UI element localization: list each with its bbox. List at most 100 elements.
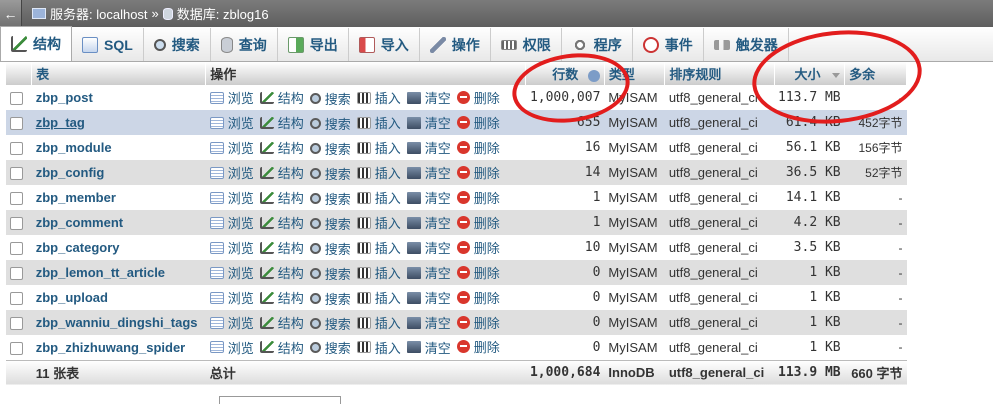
- insert-action-link[interactable]: 插入: [356, 338, 401, 357]
- table-row[interactable]: zbp_tag 浏览 结构 搜索 插入 清空 删除 655 MyISAM utf8_general…: [6, 110, 907, 135]
- search-action-link[interactable]: 搜索: [309, 89, 351, 108]
- table-row[interactable]: zbp_module 浏览 结构 搜索 插入 清空 删除 16 MyISAM utf8_gener…: [6, 135, 907, 160]
- table-row[interactable]: zbp_upload 浏览 结构 搜索 插入 清空 删除 0 MyISAM utf8_genera…: [6, 285, 907, 310]
- row-checkbox[interactable]: [10, 192, 23, 206]
- table-row[interactable]: zbp_config 浏览 结构 搜索 插入 清空 删除 14 MyISAM utf8_gener…: [6, 160, 907, 185]
- table-row[interactable]: zbp_lemon_tt_article 浏览 结构 搜索 插入 清空 删除 0 MyISAM u…: [6, 260, 907, 285]
- drop-action-link[interactable]: 删除: [456, 88, 500, 107]
- header-overhead[interactable]: 多余: [844, 62, 907, 85]
- table-name-link[interactable]: zbp_category: [36, 240, 120, 255]
- tab-triggers[interactable]: 触发器: [704, 28, 789, 61]
- drop-action-link[interactable]: 删除: [456, 188, 500, 207]
- breadcrumb-database[interactable]: 数据库: zblog16: [177, 4, 269, 23]
- search-action-link[interactable]: 搜索: [309, 189, 351, 208]
- header-table[interactable]: 表: [31, 62, 207, 85]
- insert-action-link[interactable]: 插入: [356, 213, 401, 232]
- empty-action-link[interactable]: 清空: [406, 138, 451, 157]
- structure-action-link[interactable]: 结构: [259, 163, 304, 182]
- browse-action-link[interactable]: 浏览: [209, 163, 254, 182]
- drop-action-link[interactable]: 删除: [456, 213, 500, 232]
- row-checkbox[interactable]: [10, 117, 23, 131]
- search-action-link[interactable]: 搜索: [309, 214, 351, 233]
- table-name-link[interactable]: zbp_tag: [36, 115, 85, 130]
- table-row[interactable]: zbp_comment 浏览 结构 搜索 插入 清空 删除 1 MyISAM utf8_gener…: [6, 210, 907, 235]
- table-row[interactable]: zbp_post 浏览 结构 搜索 插入 清空 删除 1,000,007 MyISAM utf8_…: [6, 85, 907, 110]
- search-action-link[interactable]: 搜索: [309, 338, 351, 357]
- tab-privileges[interactable]: 权限: [491, 28, 562, 61]
- tab-import[interactable]: 导入: [349, 28, 420, 61]
- browse-action-link[interactable]: 浏览: [209, 338, 254, 357]
- drop-action-link[interactable]: 删除: [456, 163, 500, 182]
- empty-action-link[interactable]: 清空: [406, 213, 451, 232]
- empty-action-link[interactable]: 清空: [406, 313, 451, 332]
- table-name-link[interactable]: zbp_wanniu_dingshi_tags: [36, 315, 198, 330]
- empty-action-link[interactable]: 清空: [406, 113, 451, 132]
- browse-action-link[interactable]: 浏览: [209, 238, 254, 257]
- structure-action-link[interactable]: 结构: [259, 88, 304, 107]
- empty-action-link[interactable]: 清空: [406, 238, 451, 257]
- browse-action-link[interactable]: 浏览: [209, 113, 254, 132]
- row-checkbox[interactable]: [10, 341, 23, 355]
- empty-action-link[interactable]: 清空: [406, 163, 451, 182]
- search-action-link[interactable]: 搜索: [309, 164, 351, 183]
- structure-action-link[interactable]: 结构: [259, 113, 304, 132]
- table-row[interactable]: zbp_wanniu_dingshi_tags 浏览 结构 搜索 插入 清空 删除 0 MyIS…: [6, 310, 907, 335]
- row-checkbox[interactable]: [10, 267, 23, 281]
- structure-action-link[interactable]: 结构: [259, 338, 304, 357]
- insert-action-link[interactable]: 插入: [356, 138, 401, 157]
- structure-action-link[interactable]: 结构: [259, 313, 304, 332]
- table-name-link[interactable]: zbp_upload: [36, 290, 108, 305]
- search-action-link[interactable]: 搜索: [309, 139, 351, 158]
- browse-action-link[interactable]: 浏览: [209, 288, 254, 307]
- structure-action-link[interactable]: 结构: [259, 188, 304, 207]
- drop-action-link[interactable]: 删除: [456, 313, 500, 332]
- header-rows[interactable]: 行数: [525, 62, 605, 85]
- browse-action-link[interactable]: 浏览: [209, 213, 254, 232]
- help-icon[interactable]: [587, 69, 600, 82]
- empty-action-link[interactable]: 清空: [406, 188, 451, 207]
- insert-action-link[interactable]: 插入: [356, 163, 401, 182]
- row-checkbox[interactable]: [10, 217, 23, 231]
- insert-action-link[interactable]: 插入: [356, 313, 401, 332]
- structure-action-link[interactable]: 结构: [259, 213, 304, 232]
- insert-action-link[interactable]: 插入: [356, 263, 401, 282]
- row-checkbox[interactable]: [10, 242, 23, 256]
- breadcrumb-server[interactable]: 服务器: localhost: [50, 4, 148, 23]
- search-action-link[interactable]: 搜索: [309, 289, 351, 308]
- drop-action-link[interactable]: 删除: [456, 337, 500, 356]
- header-size[interactable]: 大小: [774, 62, 846, 85]
- empty-action-link[interactable]: 清空: [406, 263, 451, 282]
- structure-action-link[interactable]: 结构: [259, 138, 304, 157]
- insert-action-link[interactable]: 插入: [356, 113, 401, 132]
- table-name-link[interactable]: zbp_zhizhuwang_spider: [36, 340, 186, 355]
- empty-action-link[interactable]: 清空: [406, 338, 451, 357]
- insert-action-link[interactable]: 插入: [356, 288, 401, 307]
- tab-events[interactable]: 事件: [633, 28, 704, 61]
- with-selected-dropdown[interactable]: [219, 396, 341, 404]
- empty-action-link[interactable]: 清空: [406, 288, 451, 307]
- table-name-link[interactable]: zbp_module: [36, 140, 112, 155]
- browse-action-link[interactable]: 浏览: [209, 138, 254, 157]
- tab-export[interactable]: 导出: [278, 28, 349, 61]
- insert-action-link[interactable]: 插入: [356, 88, 401, 107]
- browse-action-link[interactable]: 浏览: [209, 313, 254, 332]
- tab-query[interactable]: 查询: [211, 28, 278, 61]
- table-name-link[interactable]: zbp_post: [36, 90, 93, 105]
- drop-action-link[interactable]: 删除: [456, 263, 500, 282]
- tab-operations[interactable]: 操作: [420, 28, 491, 61]
- tab-routines[interactable]: 程序: [562, 28, 633, 61]
- table-row[interactable]: zbp_category 浏览 结构 搜索 插入 清空 删除 10 MyISAM utf8_gen…: [6, 235, 907, 260]
- search-action-link[interactable]: 搜索: [309, 264, 351, 283]
- drop-action-link[interactable]: 删除: [456, 138, 500, 157]
- empty-action-link[interactable]: 清空: [406, 88, 451, 107]
- search-action-link[interactable]: 搜索: [309, 314, 351, 333]
- row-checkbox[interactable]: [10, 142, 23, 156]
- table-row[interactable]: zbp_member 浏览 结构 搜索 插入 清空 删除 1 MyISAM utf8_genera…: [6, 185, 907, 210]
- row-checkbox[interactable]: [10, 292, 23, 306]
- drop-action-link[interactable]: 删除: [456, 288, 500, 307]
- browse-action-link[interactable]: 浏览: [209, 263, 254, 282]
- structure-action-link[interactable]: 结构: [259, 288, 304, 307]
- drop-action-link[interactable]: 删除: [456, 113, 500, 132]
- row-checkbox[interactable]: [10, 92, 23, 106]
- tab-sql[interactable]: SQL: [72, 28, 144, 61]
